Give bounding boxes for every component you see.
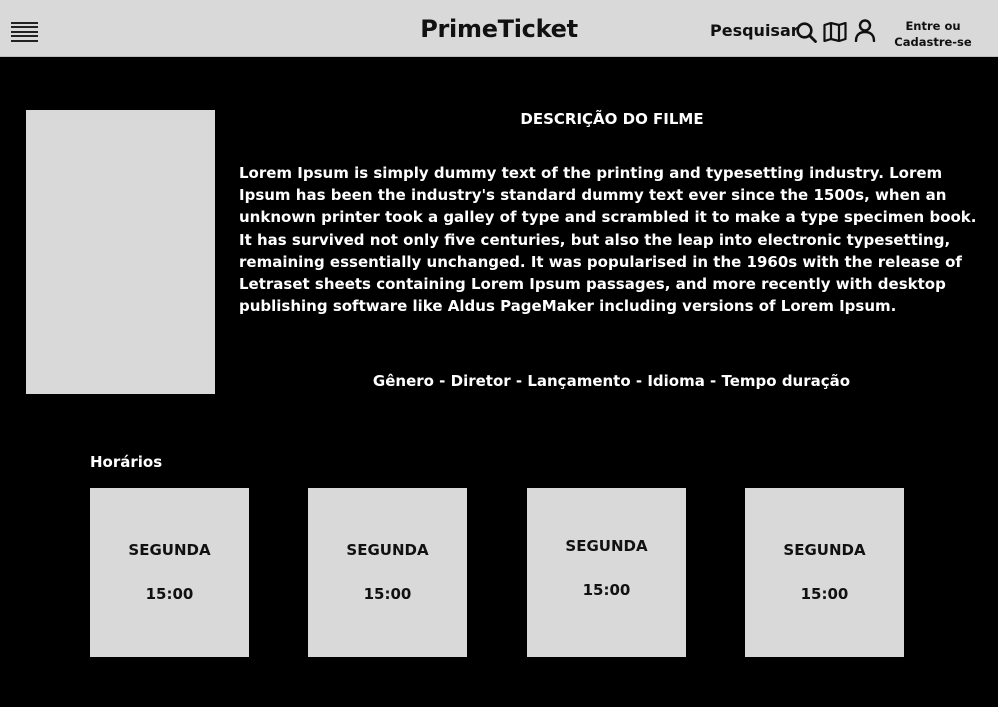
search-link[interactable]: Pesquisar	[710, 21, 799, 40]
login-signup-link[interactable]: Entre ou Cadastre-se	[890, 18, 976, 50]
schedule-card[interactable]: SEGUNDA 15:00	[308, 488, 467, 657]
login-line-1: Entre ou	[905, 19, 961, 33]
schedule-day: SEGUNDA	[565, 537, 648, 555]
schedule-time: 15:00	[363, 585, 412, 603]
schedule-day: SEGUNDA	[346, 541, 429, 559]
login-line-2: Cadastre-se	[894, 35, 972, 49]
search-icon[interactable]	[796, 22, 817, 43]
schedule-day: SEGUNDA	[783, 541, 866, 559]
schedule-time: 15:00	[145, 585, 194, 603]
movie-meta-info: Gênero - Diretor - Lançamento - Idioma -…	[372, 372, 851, 390]
schedule-title: Horários	[90, 453, 163, 471]
user-icon[interactable]	[854, 19, 876, 42]
schedule-day: SEGUNDA	[128, 541, 211, 559]
schedule-card[interactable]: SEGUNDA 15:00	[745, 488, 904, 657]
schedule-card[interactable]: SEGUNDA 15:00	[527, 488, 686, 657]
schedule-card[interactable]: SEGUNDA 15:00	[90, 488, 249, 657]
brand-logo: PrimeTicket	[420, 15, 578, 43]
map-icon[interactable]	[823, 22, 847, 42]
menu-icon[interactable]	[11, 22, 38, 42]
schedule-time: 15:00	[582, 581, 631, 599]
movie-poster-placeholder	[26, 110, 215, 394]
schedule-time: 15:00	[800, 585, 849, 603]
top-bar: PrimeTicket Pesquisar Entre ou Cadastre-…	[0, 0, 998, 57]
movie-description-text: Lorem Ipsum is simply dummy text of the …	[239, 164, 977, 316]
movie-description-title: DESCRIÇÃO DO FILME	[520, 110, 704, 128]
